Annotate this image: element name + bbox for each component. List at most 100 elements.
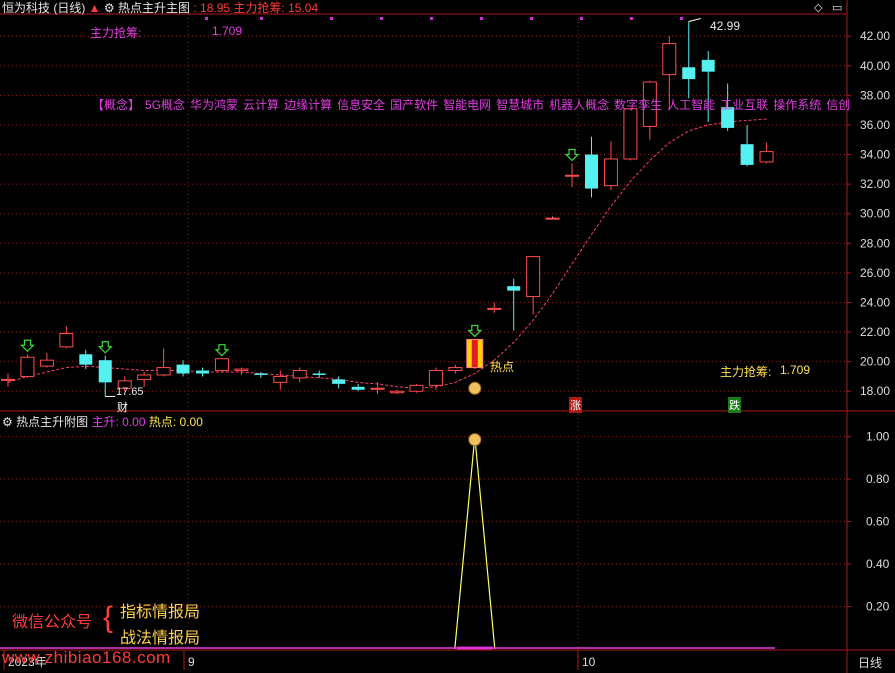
gear-icon[interactable]: ⚙ <box>104 1 115 15</box>
concept-tag[interactable]: 信息安全 <box>337 98 385 112</box>
sub-y-tick-label: 1.00 <box>866 430 890 444</box>
candle-body <box>428 370 443 386</box>
top-dot-marker <box>680 17 683 20</box>
top-dot-marker <box>530 17 533 20</box>
concept-tag[interactable]: 信创 <box>826 98 850 112</box>
concept-tags: 【概念】 5G概念 华为鸿蒙 云计算 边缘计算 信息安全 国产软件 智能电网 智慧城市 机器人概念… <box>92 96 855 113</box>
concept-tag[interactable]: 5G概念 <box>145 98 185 112</box>
sub-label-1: 主升: <box>91 415 119 429</box>
candle-body <box>196 370 209 374</box>
top-zhuli-label: 主力抢筹: <box>90 26 142 40</box>
hot-spike-line <box>454 436 496 650</box>
concept-tag[interactable]: 智能电网 <box>443 98 491 112</box>
candle-body <box>390 390 404 394</box>
candle-body <box>332 379 346 384</box>
buy-arrow-icon <box>97 341 113 354</box>
diamond-icon[interactable]: ◇ <box>814 1 822 14</box>
right-zhuli-label: 主力抢筹: <box>720 365 772 379</box>
sub-label-2: 热点: <box>148 415 177 429</box>
candle-body <box>137 374 152 380</box>
x-axis-label: 10 <box>582 655 596 669</box>
y-tick-label: 24.00 <box>860 295 890 309</box>
zhang-marker: 涨 <box>569 397 582 413</box>
candle-body <box>214 358 229 372</box>
sub-value-1: 0.00 <box>122 415 146 429</box>
y-tick-label: 20.00 <box>860 355 890 369</box>
concept-tag[interactable]: 机器人概念 <box>549 98 609 112</box>
buy-arrow-icon <box>467 324 483 338</box>
candle-body <box>409 384 424 392</box>
low-price-label: 17.65 <box>116 386 144 398</box>
indicator-label-2: 主力抢筹: <box>233 1 285 15</box>
window-icon[interactable]: ▭ <box>832 1 842 14</box>
y-tick-label: 18.00 <box>860 384 890 398</box>
candle-body <box>312 373 326 375</box>
candle-body <box>79 354 93 365</box>
candle-body <box>487 307 502 310</box>
candle-body <box>682 67 696 80</box>
sub-y-tick-label: 0.60 <box>866 515 890 529</box>
y-tick-label: 34.00 <box>860 148 890 162</box>
top-dot-marker <box>480 17 483 20</box>
top-zhuli-value: 1.709 <box>212 24 243 38</box>
hot-candle-stripe <box>471 339 478 368</box>
stock-name[interactable]: 恒为科技 (日线) <box>2 1 85 15</box>
candle-body <box>176 364 190 374</box>
y-tick-label: 36.00 <box>860 118 890 132</box>
candle-body <box>545 217 560 220</box>
hot-label: 热点 <box>490 360 515 374</box>
candle-body <box>585 154 598 189</box>
top-dot-marker <box>580 17 583 20</box>
y-tick-label: 26.00 <box>860 266 890 280</box>
concept-tag[interactable]: 【概念】 <box>92 98 140 112</box>
indicator-name[interactable]: 热点主升主图 <box>118 1 190 15</box>
concept-tag[interactable]: 华为鸿蒙 <box>190 98 238 112</box>
candle-body <box>701 59 715 72</box>
candle-body <box>98 360 112 383</box>
brand-label-1: 指标情报局 <box>120 604 201 621</box>
indicator-value-2: 15.04 <box>288 1 319 15</box>
candle-body <box>292 370 307 379</box>
period-button[interactable]: 日线 <box>858 654 882 671</box>
brace-icon: { <box>103 601 114 634</box>
sub-value-2: 0.00 <box>179 415 203 429</box>
buy-arrow-icon <box>20 339 35 353</box>
top-dot-marker <box>205 17 208 20</box>
high-pointer <box>688 18 701 23</box>
candle-body <box>740 144 754 165</box>
red-up-arrow-icon: ▲ <box>88 1 101 15</box>
top-dot-marker <box>380 17 383 20</box>
candle-body <box>526 256 541 298</box>
candle-body <box>507 286 521 291</box>
concept-tag[interactable]: 人工智能 <box>667 98 715 112</box>
concept-tag[interactable]: 数字孪生 <box>614 98 662 112</box>
top-dot-marker <box>260 17 263 20</box>
candle-body <box>156 367 171 376</box>
concept-tag[interactable]: 国产软件 <box>390 98 438 112</box>
concept-tag[interactable]: 边缘计算 <box>284 98 332 112</box>
watermark-url: www.zhibiao168.com <box>2 648 171 667</box>
candle-body <box>759 151 774 163</box>
x-axis-label: 9 <box>188 655 195 669</box>
candle-body <box>351 386 365 390</box>
candle-body <box>234 368 249 372</box>
candle-body <box>20 356 35 377</box>
concept-tag[interactable]: 智慧城市 <box>496 98 544 112</box>
sub-indicator-name[interactable]: 热点主升附图 <box>16 415 88 429</box>
candle-body <box>603 158 618 187</box>
high-price-label: 42.99 <box>710 19 741 33</box>
sub-y-tick-label: 0.20 <box>866 600 890 614</box>
concept-tag[interactable]: 操作系统 <box>773 98 821 112</box>
candle-body <box>370 387 385 390</box>
concept-tag[interactable]: 工业互联 <box>720 98 768 112</box>
y-tick-label: 28.00 <box>860 236 890 250</box>
top-dot-marker <box>330 17 333 20</box>
y-tick-label: 32.00 <box>860 177 890 191</box>
sub-y-tick-label: 0.80 <box>866 472 890 486</box>
money-bag-icon <box>468 433 482 447</box>
y-tick-label: 42.00 <box>860 29 890 43</box>
gear-icon[interactable]: ⚙ <box>2 415 13 429</box>
concept-tag[interactable]: 云计算 <box>243 98 279 112</box>
buy-arrow-icon <box>214 344 230 357</box>
top-dot-marker <box>430 17 433 20</box>
